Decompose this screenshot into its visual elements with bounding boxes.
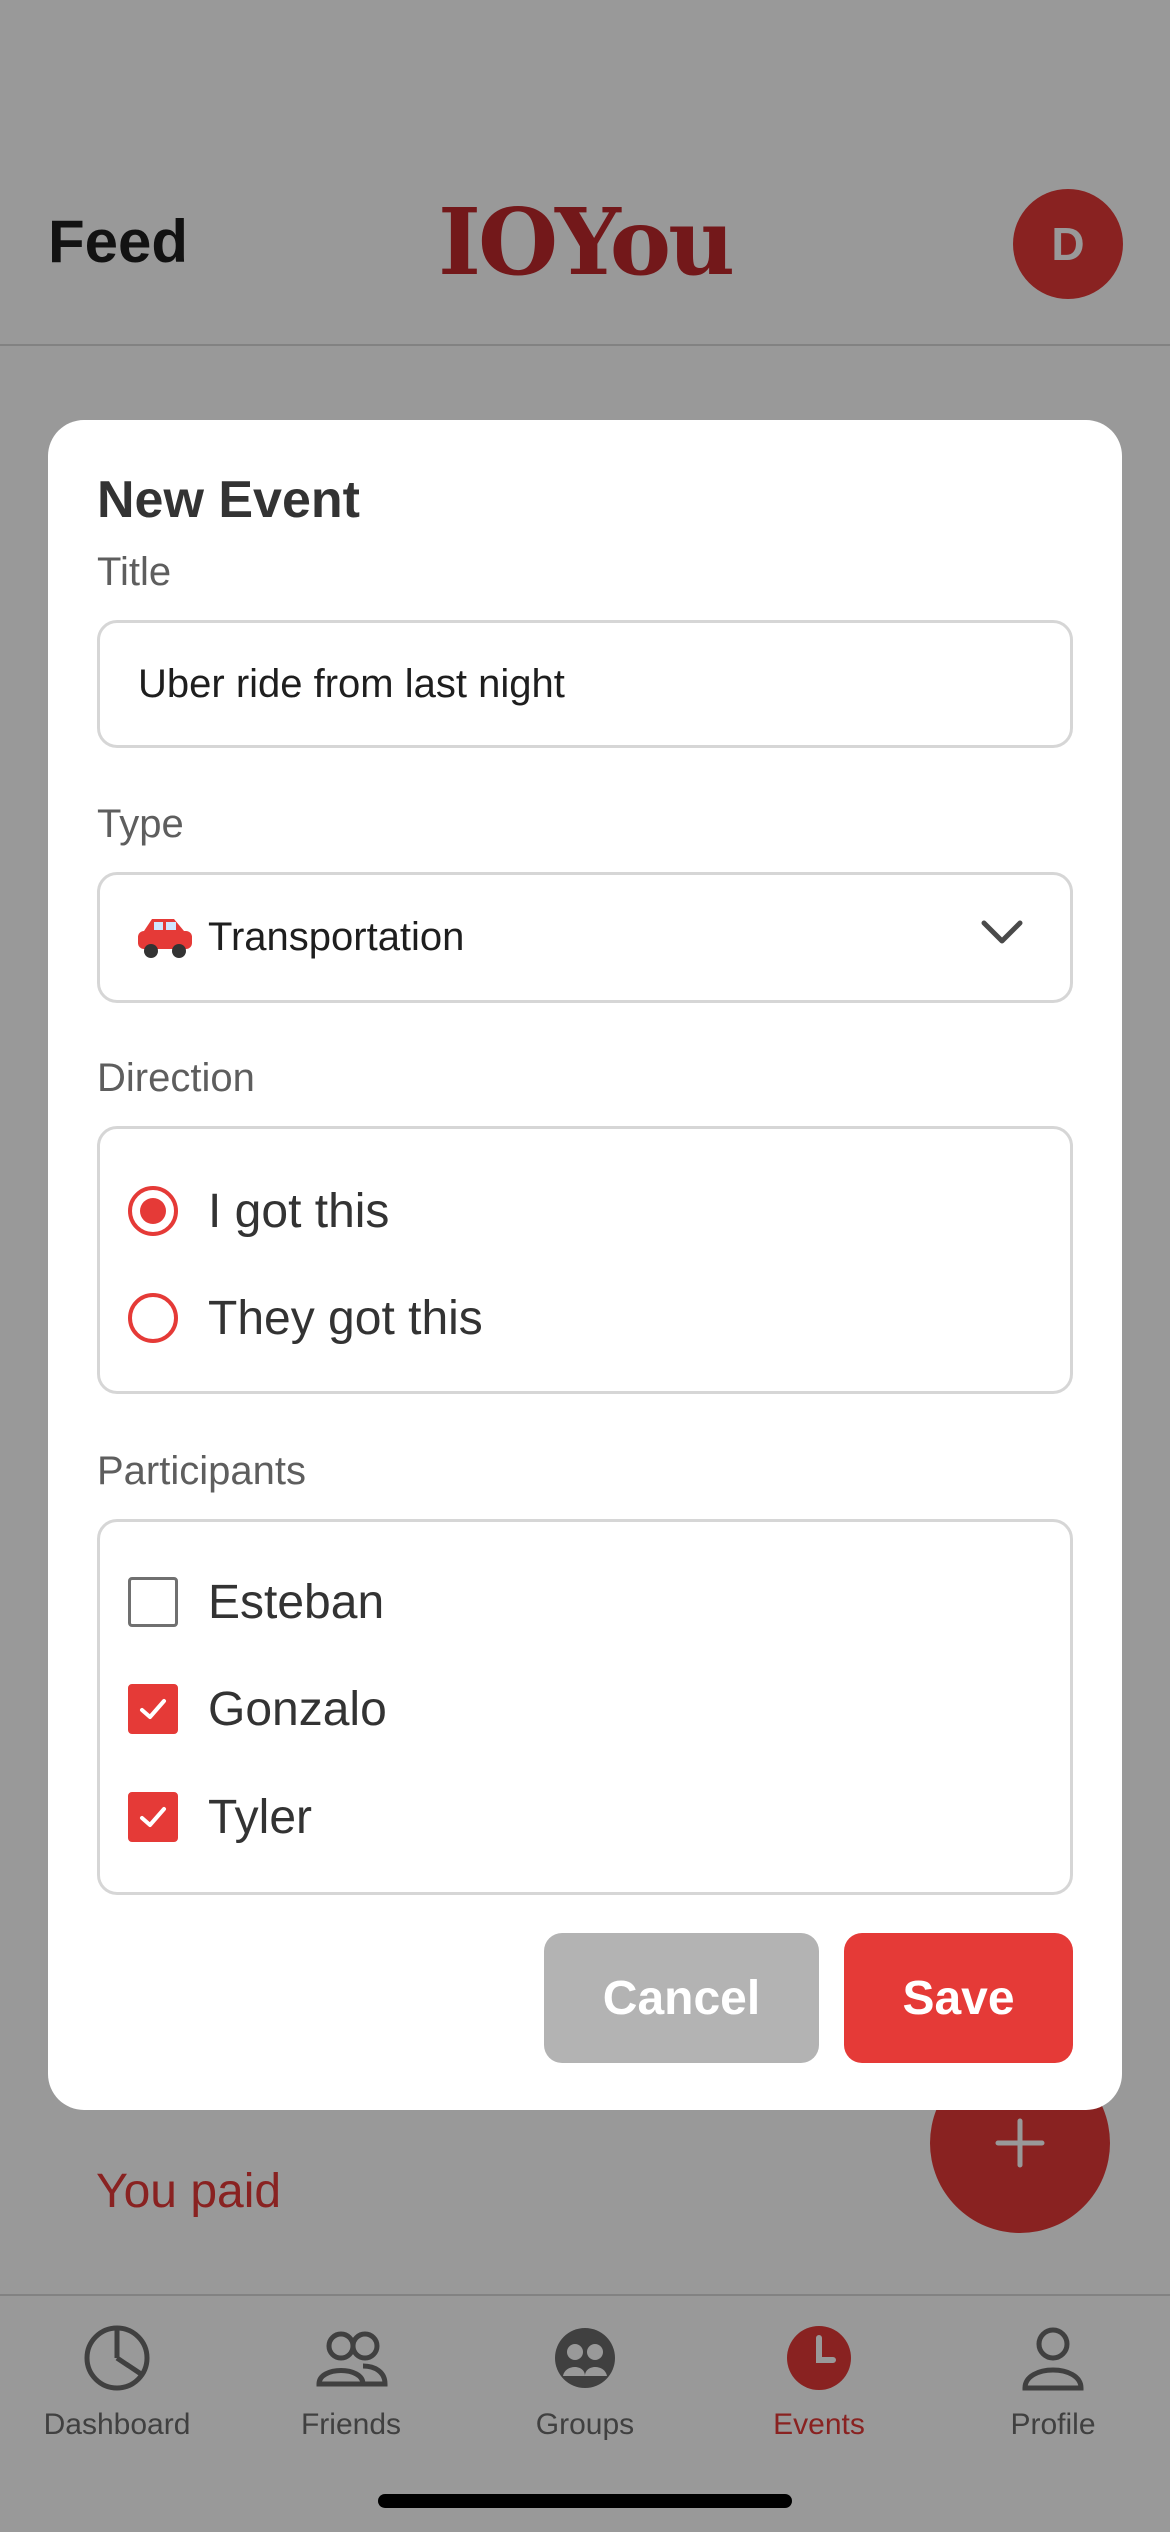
participant-name: Esteban bbox=[208, 1575, 385, 1629]
direction-option-i-got-this[interactable]: I got this bbox=[128, 1176, 389, 1246]
radio-label: I got this bbox=[208, 1184, 390, 1238]
type-select-value: Transportation bbox=[208, 915, 465, 959]
checkbox[interactable] bbox=[128, 1792, 178, 1842]
title-input[interactable]: Uber ride from last night bbox=[97, 620, 1073, 748]
type-label: Type bbox=[97, 802, 184, 846]
participant-name: Tyler bbox=[208, 1790, 313, 1844]
red-car-emoji bbox=[138, 919, 192, 958]
participants-list: Esteban Gonzalo Tyler bbox=[97, 1519, 1073, 1895]
radio-button[interactable] bbox=[128, 1293, 178, 1343]
screen: Feed IOYou D You paid Dashboard Friends … bbox=[0, 0, 1170, 2532]
direction-radio-group: I got this They got this bbox=[97, 1126, 1073, 1394]
participant-tyler[interactable]: Tyler bbox=[128, 1782, 312, 1852]
direction-option-they-got-this[interactable]: They got this bbox=[128, 1283, 483, 1353]
participant-esteban[interactable]: Esteban bbox=[128, 1567, 384, 1637]
title-label: Title bbox=[97, 550, 172, 594]
radio-label: They got this bbox=[208, 1291, 483, 1345]
chevron-down-icon bbox=[981, 920, 1023, 944]
type-select[interactable]: Transportation bbox=[97, 872, 1073, 1003]
direction-label: Direction bbox=[97, 1056, 255, 1100]
new-event-modal: New Event Title Uber ride from last nigh… bbox=[48, 420, 1122, 2110]
participants-label: Participants bbox=[97, 1449, 306, 1493]
home-indicator bbox=[378, 2494, 792, 2508]
checkmark-icon bbox=[140, 1699, 166, 1719]
cancel-button[interactable]: Cancel bbox=[544, 1933, 819, 2063]
checkbox[interactable] bbox=[128, 1684, 178, 1734]
checkbox[interactable] bbox=[128, 1577, 178, 1627]
save-button[interactable]: Save bbox=[844, 1933, 1073, 2063]
title-input-value: Uber ride from last night bbox=[138, 662, 565, 706]
radio-button[interactable] bbox=[128, 1186, 178, 1236]
modal-title: New Event bbox=[97, 471, 360, 529]
participant-name: Gonzalo bbox=[208, 1682, 387, 1736]
participant-gonzalo[interactable]: Gonzalo bbox=[128, 1674, 387, 1744]
checkmark-icon bbox=[140, 1807, 166, 1827]
